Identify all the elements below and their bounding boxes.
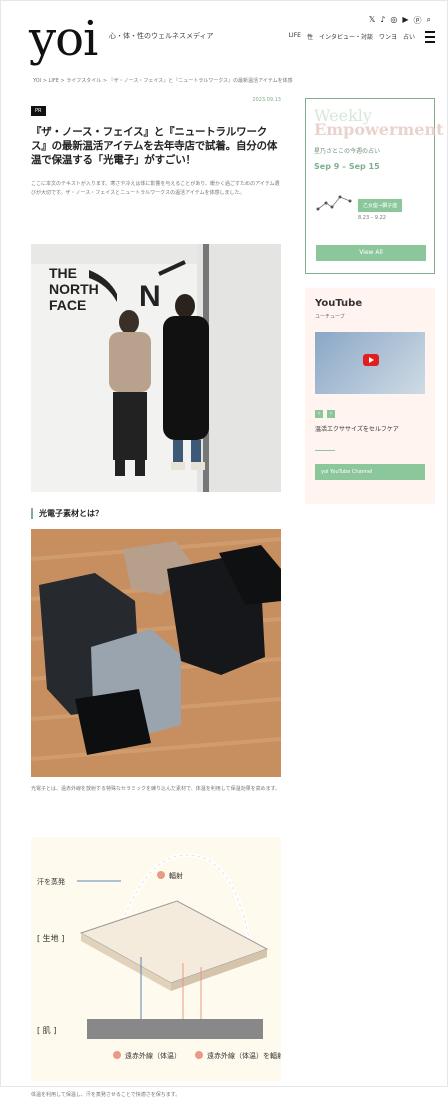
svg-text:N: N (139, 280, 161, 313)
social-icons: 𝕏 ♪ ◎ ▶ ⓟ ⌕ (369, 15, 431, 26)
article-main: PR 2023.09.13 『ザ・ノース・フェイス』と『ニュートラルワークス』の… (31, 97, 281, 1119)
weekly-subtitle: 星乃さとこの今週の占い (314, 147, 381, 155)
instagram-icon[interactable]: ◎ (390, 15, 397, 26)
jackets-photo (31, 528, 281, 777)
site-header: yoi 心・体・性のウェルネスメディア 𝕏 ♪ ◎ ▶ ⓟ ⌕ LIFE 性 イ… (1, 1, 448, 73)
weekly-empowerment-widget: Weekly Empowerment 星乃さとこの今週の占い Sep 9 – S… (305, 98, 444, 274)
store-photo: THE NORTH FACE N (31, 243, 281, 492)
pinterest-icon[interactable]: ⓟ (414, 15, 422, 26)
zodiac-dates: 8.23 – 9.22 (358, 215, 386, 221)
svg-text:FACE: FACE (49, 297, 86, 313)
prev-arrow-icon[interactable]: ‹ (315, 410, 323, 418)
label-sweat: 汗を蒸発 (37, 877, 65, 886)
nav-item-wanyo[interactable]: ワンヨ (379, 32, 397, 41)
video-description[interactable]: 温活エクササイズをセルフケア (315, 425, 425, 434)
sidebar: Weekly Empowerment 星乃さとこの今週の占い Sep 9 – S… (305, 98, 444, 504)
nav-item-life[interactable]: LIFE (289, 32, 301, 41)
weekly-title: Weekly Empowerment (314, 108, 444, 138)
nav-item-sex[interactable]: 性 (307, 32, 313, 41)
zodiac-tag[interactable]: 乙女座→獅子座 (358, 199, 403, 212)
label-fabric: [ 生地 ] (37, 933, 64, 943)
photo-caption: 光電子とは、遠赤外線を放射する特殊なセラミックを練り込んだ素材で、体温を利用して… (31, 785, 281, 792)
x-icon[interactable]: 𝕏 (369, 15, 375, 26)
video-link-underline (315, 450, 335, 451)
view-all-button[interactable]: View All (316, 245, 426, 261)
site-tagline: 心・体・性のウェルネスメディア (109, 32, 214, 40)
article-date: 2023.09.13 (252, 97, 281, 103)
search-icon[interactable]: ⌕ (427, 15, 431, 26)
next-arrow-icon[interactable]: › (327, 410, 335, 418)
breadcrumb[interactable]: YOI > LIFE > ライフスタイル > 『ザ・ノース・フェイス』と『ニュー… (33, 77, 413, 84)
tiktok-icon[interactable]: ♪ (380, 15, 385, 26)
nav-item-fortune[interactable]: 占い (403, 32, 415, 41)
fabric-diagram: 輻射 汗を蒸発 [ 生地 ] [ 肌 ] 遠赤外線（体温） 遠赤外線（体温）を輻… (31, 836, 281, 1081)
youtube-subtitle: ユーチューブ (315, 314, 345, 320)
top-nav: LIFE 性 インタビュー・対談 ワンヨ 占い (289, 32, 415, 41)
nav-item-interview[interactable]: インタビュー・対談 (319, 32, 373, 41)
article-lead: ここに本文のテキストが入ります。寒さや冷えは体に影響を与えることがあり、暖かく過… (31, 180, 280, 196)
menu-icon[interactable] (425, 31, 435, 43)
article-title: 『ザ・ノース・フェイス』と『ニュートラルワークス』の最新温活アイテムを去年寺店で… (31, 126, 278, 167)
weekly-date: Sep 9 – Sep 15 (314, 161, 380, 171)
play-icon[interactable] (363, 354, 379, 366)
site-logo[interactable]: yoi (29, 11, 98, 67)
label-far-infrared-emit: 遠赤外線（体温）を輻射 (207, 1051, 281, 1060)
youtube-title: YouTube (315, 298, 363, 309)
section-heading: 光電子素材とは？ (31, 507, 281, 519)
youtube-widget: YouTube ユーチューブ ‹ › 温活エクササイズをセルフケア yoi Yo… (305, 288, 435, 504)
label-radiation: 輻射 (169, 871, 183, 880)
label-far-infrared-body: 遠赤外線（体温） (125, 1051, 181, 1060)
constellation-icon (316, 195, 352, 211)
weekly-title-line2: Empowerment (314, 120, 444, 140)
youtube-channel-button[interactable]: yoi YouTube Channel (315, 464, 425, 480)
article-paragraph: 体温を利用して保温し、汗を蒸発させることで快適さを保ちます。 (31, 1091, 181, 1098)
label-skin: [ 肌 ] (37, 1026, 56, 1035)
video-thumbnail[interactable] (315, 332, 425, 394)
svg-text:NORTH: NORTH (49, 281, 99, 297)
pr-badge: PR (31, 106, 46, 116)
page: yoi 心・体・性のウェルネスメディア 𝕏 ♪ ◎ ▶ ⓟ ⌕ LIFE 性 イ… (0, 0, 448, 1098)
youtube-icon[interactable]: ▶ (402, 15, 408, 26)
svg-text:THE: THE (49, 265, 77, 281)
